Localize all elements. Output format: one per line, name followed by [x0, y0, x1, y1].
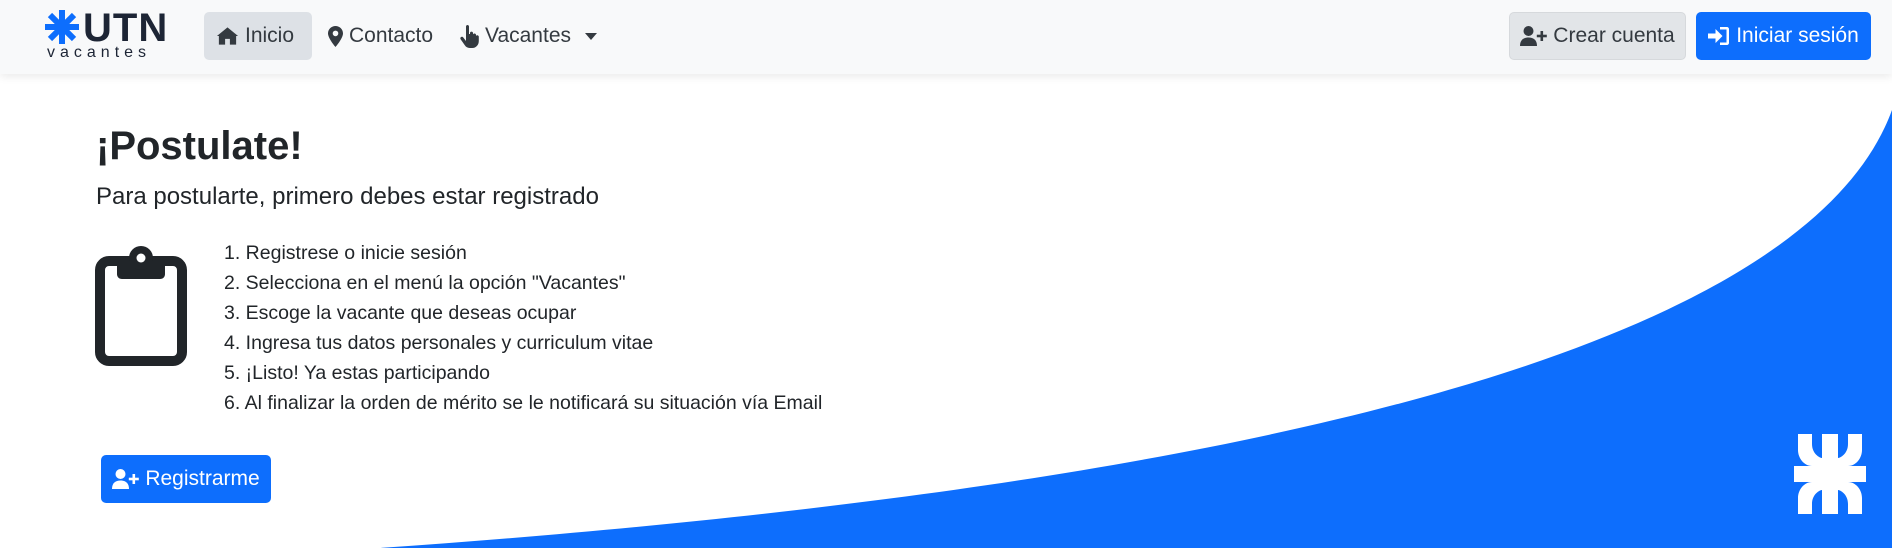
step-item: 1. Registrese o inicie sesión: [224, 242, 467, 264]
page-subtitle: Para postularte, primero debes estar reg…: [96, 183, 599, 210]
brand-name: UTN: [83, 6, 169, 50]
nav-link-label: Contacto: [349, 24, 434, 47]
steps-list: 1. Registrese o inicie sesión 2. Selecci…: [224, 238, 822, 418]
register-button-label: Registrarme: [145, 467, 260, 490]
sign-in-icon: [1708, 27, 1730, 45]
nav-link-inicio[interactable]: Inicio: [204, 12, 312, 60]
step-item: 6. Al finalizar la orden de mérito se le…: [224, 392, 823, 414]
brand-subtitle: vacantes: [47, 44, 152, 61]
step-item: 4. Ingresa tus datos personales y curric…: [224, 332, 654, 354]
page-title: ¡Postulate!: [96, 124, 303, 168]
step-item: 3. Escoge la vacante que deseas ocupar: [224, 302, 577, 324]
step-item: 2. Selecciona en el menú la opción "Vaca…: [224, 272, 626, 294]
map-marker-icon: [328, 25, 343, 47]
chevron-down-icon: [585, 32, 597, 40]
login-button[interactable]: Iniciar sesión: [1696, 12, 1871, 60]
utn-star-icon: [45, 10, 79, 44]
utn-logo-icon: [1794, 434, 1866, 514]
register-button[interactable]: Registrarme: [101, 455, 271, 503]
brand-logo[interactable]: UTN vacantes: [45, 6, 175, 62]
navbar: UTN vacantes Inicio Contacto Vacantes Cr…: [0, 0, 1892, 74]
nav-link-contacto[interactable]: Contacto: [316, 12, 445, 60]
login-label: Iniciar sesión: [1736, 24, 1859, 47]
user-plus-icon: [112, 469, 140, 489]
nav-link-label: Vacantes: [485, 24, 571, 47]
user-plus-icon: [1520, 26, 1548, 46]
create-account-button[interactable]: Crear cuenta: [1509, 12, 1686, 60]
hand-pointer-icon: [460, 24, 479, 48]
clipboard-icon: [95, 246, 187, 366]
main-content: ¡Postulate! Para postularte, primero deb…: [0, 74, 1892, 548]
create-account-label: Crear cuenta: [1553, 24, 1675, 47]
step-item: 5. ¡Listo! Ya estas participando: [224, 362, 490, 384]
nav-link-label: Inicio: [245, 24, 295, 47]
nav-link-vacantes[interactable]: Vacantes: [448, 12, 609, 60]
home-icon: [216, 27, 239, 45]
